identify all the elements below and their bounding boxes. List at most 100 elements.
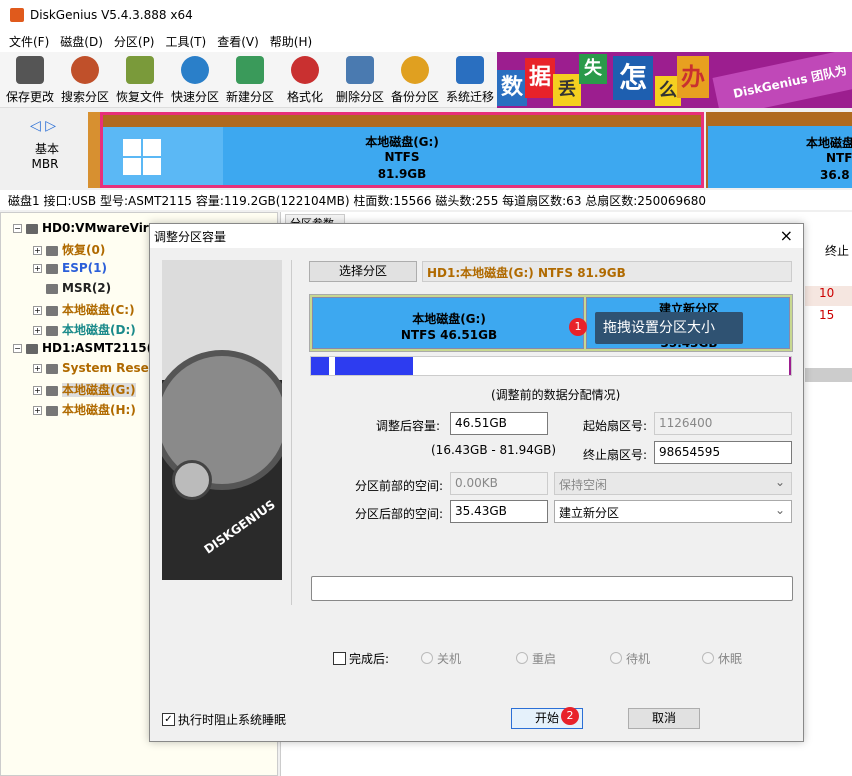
expand-icon[interactable]: + bbox=[33, 406, 42, 415]
after-complete-checkbox[interactable] bbox=[333, 652, 346, 665]
diskgenius-side-image: DISKGENIUS bbox=[162, 260, 282, 580]
left-partition-segment[interactable]: 本地磁盘(G:) NTFS 46.51GB bbox=[312, 297, 584, 349]
after-space-select[interactable]: 建立新分区 ⌄ bbox=[554, 500, 792, 523]
diskgenius-logo: DISKGENIUS bbox=[201, 497, 278, 557]
partition-icon bbox=[46, 405, 58, 416]
banner-text: DiskGenius 团队为 bbox=[712, 52, 852, 108]
collapse-icon[interactable]: − bbox=[13, 224, 22, 233]
dialog-title: 调整分区容量 bbox=[154, 229, 227, 244]
disk-nav-arrows[interactable]: ◁ ▷ bbox=[30, 118, 60, 134]
expand-icon[interactable]: + bbox=[33, 386, 42, 395]
tree-node-msr[interactable]: MSR(2) bbox=[46, 281, 111, 295]
save-changes-button[interactable]: 保存更改 bbox=[2, 54, 58, 104]
tree-node-d[interactable]: + 本地磁盘(D:) bbox=[33, 321, 136, 338]
resize-partition-dialog: 调整分区容量 × DISKGENIUS 选择分区 HD1:本地磁盘(G:) NT… bbox=[149, 223, 804, 742]
partition-icon bbox=[46, 263, 58, 274]
after-complete-label: 完成后: bbox=[349, 652, 390, 666]
scrollbar[interactable] bbox=[805, 368, 852, 382]
size-input[interactable]: 46.51GB bbox=[450, 412, 548, 435]
expand-icon[interactable]: + bbox=[33, 326, 42, 335]
disk-icon bbox=[26, 343, 38, 354]
quick-partition-button[interactable]: 快速分区 bbox=[167, 54, 223, 104]
tree-label: System Reser bbox=[62, 361, 155, 375]
tree-node-esp[interactable]: + ESP(1) bbox=[33, 261, 107, 275]
delete-partition-label: 删除分区 bbox=[335, 90, 384, 104]
close-icon[interactable]: × bbox=[780, 226, 793, 245]
disk-info-bar: 磁盘1 接口:USB 型号:ASMT2115 容量:119.2GB(122104… bbox=[0, 190, 852, 210]
start-sector-input[interactable]: 1126400 bbox=[654, 412, 792, 435]
partition-icon bbox=[46, 305, 58, 316]
expand-icon[interactable]: + bbox=[33, 306, 42, 315]
before-space-label: 分区前部的空间: bbox=[355, 479, 444, 493]
save-changes-label: 保存更改 bbox=[5, 90, 54, 104]
prevent-sleep-checkbox[interactable]: ✓ bbox=[162, 713, 175, 726]
tree-node-h[interactable]: + 本地磁盘(H:) bbox=[33, 401, 136, 418]
progress-field bbox=[311, 576, 793, 601]
partition-block[interactable] bbox=[88, 112, 100, 188]
menu-file[interactable]: 文件(F) bbox=[9, 33, 49, 50]
partition-g-name: 本地磁盘(G:) bbox=[365, 135, 439, 149]
tree-node-recovery[interactable]: + 恢复(0) bbox=[33, 241, 105, 258]
expand-icon[interactable]: + bbox=[33, 364, 42, 373]
partition-h-name: 本地磁盘 bbox=[806, 136, 852, 150]
before-space-select[interactable]: 保持空闲 ⌄ bbox=[554, 472, 792, 495]
restart-radio[interactable] bbox=[516, 652, 528, 664]
chevron-down-icon: ⌄ bbox=[774, 475, 785, 489]
before-space-input[interactable]: 0.00KB bbox=[450, 472, 548, 495]
left-partition-name: 本地磁盘(G:) bbox=[412, 312, 486, 326]
disk-map: ◁ ▷ 基本 MBR 本地磁盘(G:) NTFS 81.9GB 本地磁盘 NTF… bbox=[0, 108, 852, 190]
menu-help[interactable]: 帮助(H) bbox=[270, 33, 312, 50]
promo-banner[interactable]: 数 据 丢 失 怎 么 办 DiskGenius 团队为 bbox=[497, 52, 852, 108]
tree-node-c[interactable]: + 本地磁盘(C:) bbox=[33, 301, 135, 318]
tree-node-system-reserved[interactable]: + System Reser bbox=[33, 361, 155, 375]
partition-icon bbox=[46, 245, 58, 256]
banner-char: 办 bbox=[677, 56, 709, 98]
partition-g-block[interactable]: 本地磁盘(G:) NTFS 81.9GB bbox=[100, 112, 704, 188]
menu-partition[interactable]: 分区(P) bbox=[114, 33, 155, 50]
recover-files-button[interactable]: 恢复文件 bbox=[112, 54, 168, 104]
partition-h-block[interactable]: 本地磁盘 NTF 36.8 bbox=[706, 112, 852, 188]
after-space-label: 分区后部的空间: bbox=[355, 507, 444, 521]
drag-tooltip: 拖拽设置分区大小 bbox=[595, 312, 743, 344]
backup-icon bbox=[401, 56, 429, 84]
expand-icon[interactable]: + bbox=[33, 264, 42, 273]
format-button[interactable]: 格式化 bbox=[277, 54, 333, 104]
standby-radio[interactable] bbox=[610, 652, 622, 664]
before-space-option: 保持空闲 bbox=[559, 478, 608, 492]
search-partition-button[interactable]: 搜索分区 bbox=[57, 54, 113, 104]
column-header: 终止 bbox=[825, 244, 850, 258]
hibernate-radio[interactable] bbox=[702, 652, 714, 664]
allocation-segment bbox=[335, 357, 413, 375]
prevent-sleep-label: 执行时阻止系统睡眠 bbox=[178, 713, 287, 727]
menu-tools[interactable]: 工具(T) bbox=[166, 33, 207, 50]
delete-partition-button[interactable]: 删除分区 bbox=[332, 54, 388, 104]
tree-label: MSR(2) bbox=[62, 281, 112, 295]
dialog-divider bbox=[291, 260, 292, 605]
tree-node-hd1[interactable]: − HD1:ASMT2115( bbox=[13, 341, 152, 355]
tree-node-hd0[interactable]: − HD0:VMwareVir bbox=[13, 221, 149, 235]
after-space-option: 建立新分区 bbox=[559, 506, 620, 520]
end-sector-input[interactable]: 98654595 bbox=[654, 441, 792, 464]
after-space-input[interactable]: 35.43GB bbox=[450, 500, 548, 523]
disk-info-text: 磁盘1 接口:USB 型号:ASMT2115 容量:119.2GB(122104… bbox=[8, 193, 707, 208]
search-icon bbox=[71, 56, 99, 84]
allocation-caption: (调整前的数据分配情况) bbox=[491, 388, 621, 402]
expand-icon[interactable]: + bbox=[33, 246, 42, 255]
left-partition-fs: NTFS 46.51GB bbox=[400, 328, 498, 342]
system-migration-button[interactable]: 系统迁移 bbox=[442, 54, 498, 104]
select-partition-button[interactable]: 选择分区 bbox=[309, 261, 417, 282]
menu-disk[interactable]: 磁盘(D) bbox=[60, 33, 103, 50]
backup-partition-label: 备份分区 bbox=[390, 90, 439, 104]
hibernate-label: 休眠 bbox=[718, 652, 743, 666]
menu-view[interactable]: 查看(V) bbox=[217, 33, 259, 50]
tree-label: 本地磁盘(C:) bbox=[62, 303, 135, 317]
backup-partition-button[interactable]: 备份分区 bbox=[387, 54, 443, 104]
collapse-icon[interactable]: − bbox=[13, 344, 22, 353]
save-icon bbox=[16, 56, 44, 84]
new-partition-button[interactable]: 新建分区 bbox=[222, 54, 278, 104]
cancel-button[interactable]: 取消 bbox=[628, 708, 700, 729]
tree-node-g[interactable]: + 本地磁盘(G:) bbox=[33, 381, 136, 398]
shutdown-radio[interactable] bbox=[421, 652, 433, 664]
row-value: 15 bbox=[819, 308, 835, 322]
standby-label: 待机 bbox=[626, 652, 651, 666]
